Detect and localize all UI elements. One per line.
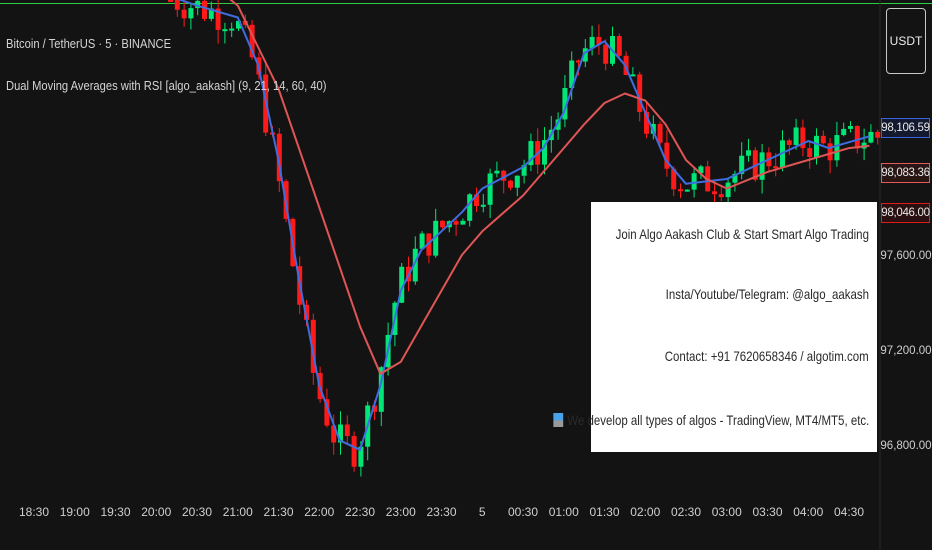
x-tick-label: 02:30 [671, 505, 701, 519]
candle-body [773, 166, 779, 169]
candle-body [487, 173, 493, 205]
x-tick-label: 21:00 [223, 505, 253, 519]
candle-body [841, 128, 847, 136]
candle-body [718, 194, 724, 198]
y-tick-label: 96,800.00 [880, 440, 931, 452]
candle-body [351, 436, 357, 467]
candle-body [746, 150, 751, 156]
x-tick-label: 20:00 [141, 505, 171, 519]
x-tick-label: 18:30 [19, 505, 49, 519]
info-line-4-text: We develop all types of algos - TradingV… [566, 412, 869, 428]
x-tick-label: 02:00 [630, 505, 660, 519]
candle-body [854, 125, 860, 149]
price-badge-ma-slow: 98,083.36 [881, 163, 930, 183]
candle-body [820, 135, 826, 144]
candle-body [678, 189, 683, 192]
candle-body [229, 28, 235, 31]
candle-body [834, 135, 840, 161]
candle-body [814, 135, 819, 158]
candle-body [480, 204, 486, 207]
candle-body [202, 0, 207, 19]
candle-body [630, 74, 636, 77]
info-line-1: Join Algo Aakash Club & Start Smart Algo… [615, 226, 869, 242]
x-tick-label: 22:00 [304, 505, 334, 519]
x-tick-label: 21:30 [263, 505, 293, 519]
info-line-2: Insta/Youtube/Telegram: @algo_aakash [665, 286, 869, 302]
info-line-3: Contact: +91 7620658346 / algotim.com [665, 348, 869, 364]
x-tick-label: 23:30 [426, 505, 456, 519]
indicator-label[interactable]: Dual Moving Averages with RSI [algo_aaka… [6, 78, 326, 93]
x-tick-label: 20:30 [182, 505, 212, 519]
candle-body [440, 220, 445, 228]
candle-body [494, 170, 500, 174]
x-tick-label: 01:00 [549, 505, 579, 519]
candle-body [657, 123, 663, 143]
bear-candle [168, 0, 173, 2]
x-tick-label: 19:30 [100, 505, 130, 519]
candle-body [793, 127, 799, 145]
candle-body [188, 8, 194, 19]
candle-body [514, 175, 520, 188]
x-tick-label: 19:00 [60, 505, 90, 519]
bear-candle [202, 0, 207, 22]
info-line-4: We develop all types of algos - TradingV… [553, 412, 869, 428]
price-badge-last: 98,046.00 [881, 203, 930, 223]
candle-body [684, 189, 690, 192]
x-tick-label: 03:30 [752, 505, 782, 519]
x-tick-label: 5 [479, 505, 486, 519]
bear-candle [351, 431, 357, 472]
candle-body [616, 36, 622, 56]
candle-body [603, 44, 609, 64]
info-square-icon [553, 413, 563, 427]
candle-body [807, 148, 813, 158]
candle-body [453, 221, 459, 225]
y-tick-label: 97,600.00 [880, 250, 931, 262]
x-tick-label: 03:00 [712, 505, 742, 519]
promo-info-box: Join Algo Aakash Club & Start Smart Algo… [553, 202, 877, 452]
x-tick-label: 22:30 [345, 505, 375, 519]
y-tick-label: 97,200.00 [880, 345, 931, 357]
x-tick-label: 23:00 [386, 505, 416, 519]
x-tick-label: 00:30 [508, 505, 538, 519]
x-tick-label: 04:00 [793, 505, 823, 519]
candle-body [460, 220, 466, 225]
symbol-title[interactable]: Bitcoin / TetherUS · 5 · BINANCE [6, 36, 171, 51]
x-tick-label: 01:30 [589, 505, 619, 519]
candle-body [222, 29, 228, 32]
candle-body [712, 191, 717, 195]
candle-body [508, 180, 513, 188]
candle-body [467, 194, 473, 221]
candle-body [181, 9, 187, 19]
quote-currency-button[interactable]: USDT [886, 8, 926, 74]
candle-body [786, 140, 792, 145]
price-badge-ma-fast: 98,106.59 [881, 118, 930, 138]
candle-body [848, 125, 853, 129]
candle-body [691, 173, 697, 190]
candle-body [344, 424, 350, 437]
candle-body [168, 0, 173, 2]
candle-body [174, 0, 180, 10]
x-tick-label: 04:30 [834, 505, 864, 519]
candle-body [875, 131, 881, 138]
candle-body [827, 143, 833, 161]
candle-body [725, 182, 731, 198]
